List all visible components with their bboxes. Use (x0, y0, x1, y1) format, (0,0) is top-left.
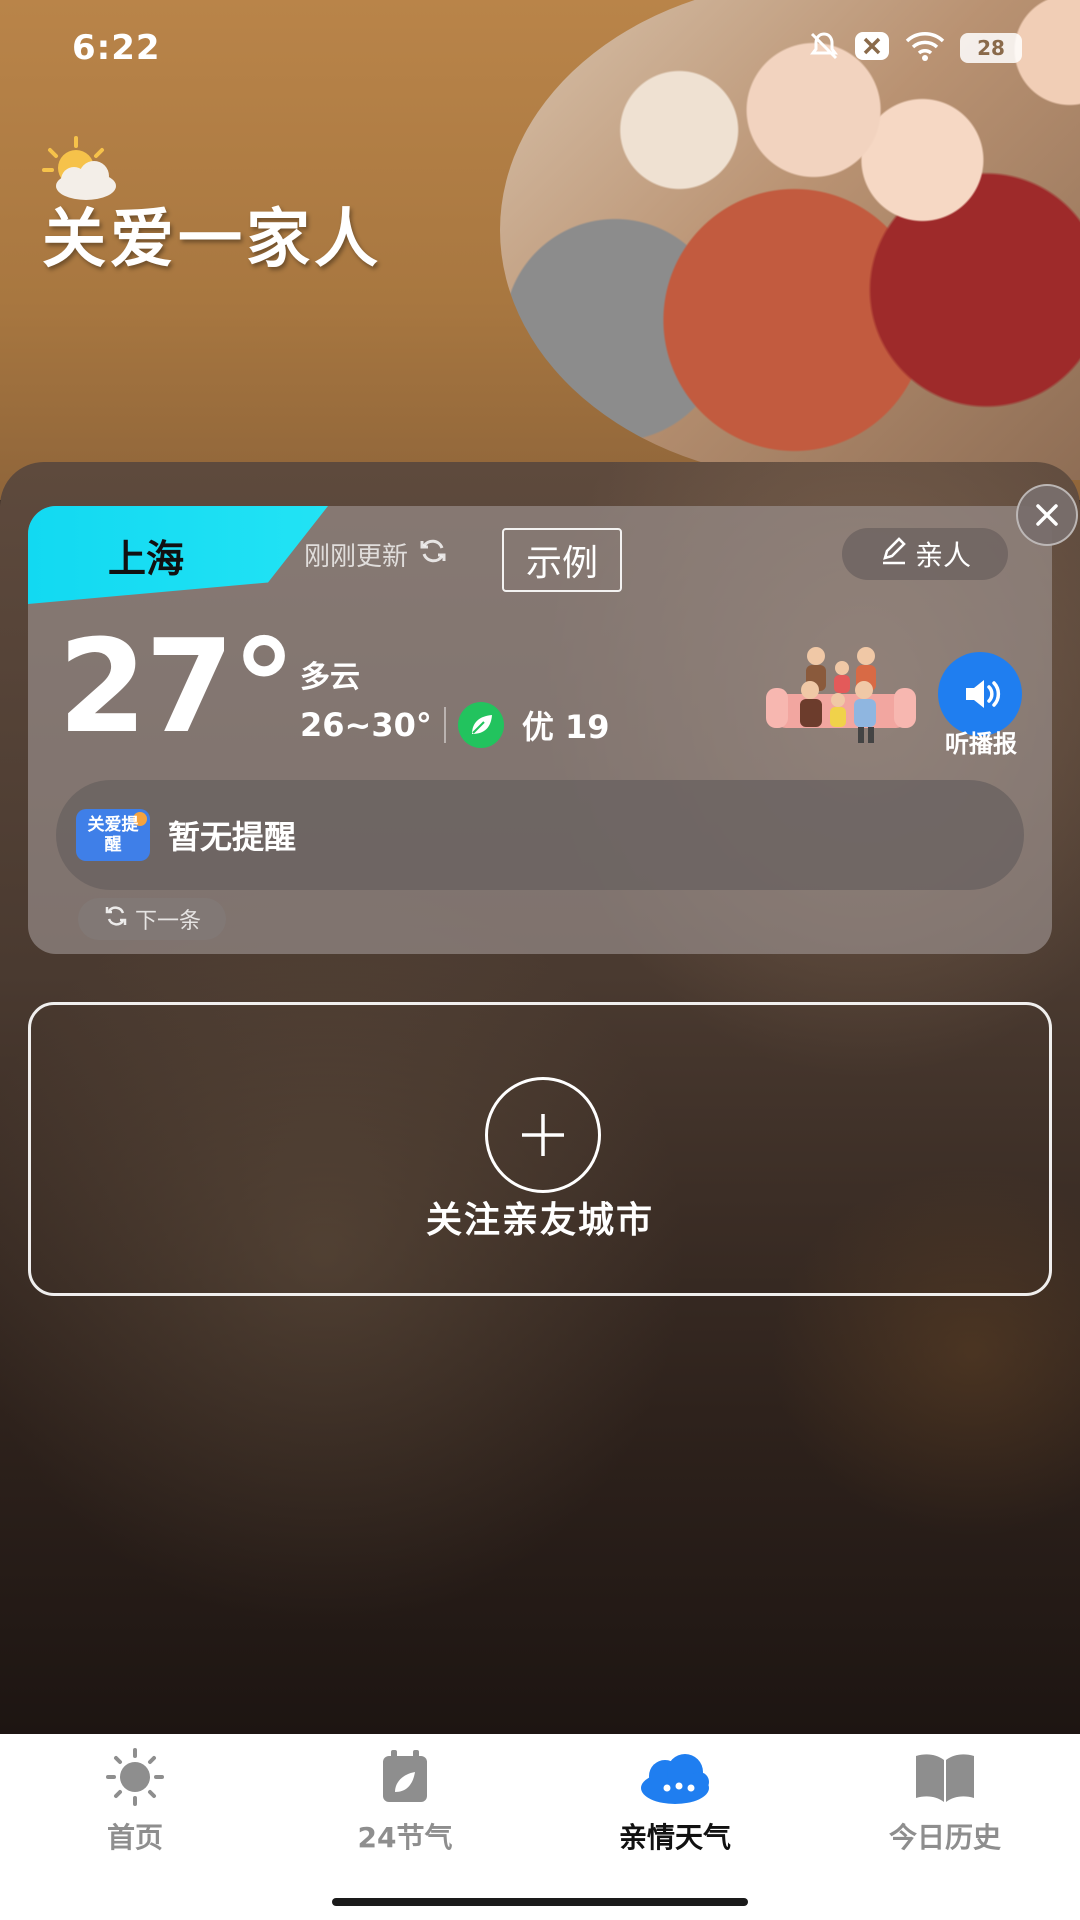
current-temperature: 27° (58, 613, 296, 762)
family-illustration (766, 638, 916, 752)
add-city-label[interactable]: 关注亲友城市 (31, 1191, 1049, 1243)
wifi-icon (904, 30, 946, 66)
weather-condition: 多云 (300, 660, 360, 695)
next-reminder-button[interactable]: 下一条 (78, 898, 226, 940)
screen: 6:22 28 关爱一家人 上海 刚刚更新 示例 亲人 27° 多云 26~30… (0, 0, 1080, 1920)
broadcast-label[interactable]: 听播报 (926, 724, 1036, 759)
home-indicator[interactable] (332, 1898, 748, 1906)
city-name[interactable]: 上海 (108, 528, 184, 583)
speaker-icon (966, 680, 1001, 708)
nav-item-family-weather[interactable]: 亲情天气 (540, 1734, 810, 1864)
refresh-icon[interactable] (418, 536, 448, 573)
care-reminder-logo: 关爱提醒 (76, 809, 150, 861)
add-city-card[interactable]: 关注亲友城市 (28, 1002, 1052, 1296)
reminder-bar[interactable]: 关爱提醒 暂无提醒 (56, 780, 1024, 890)
close-icon (1036, 504, 1058, 526)
close-button[interactable] (1016, 484, 1078, 546)
hero-banner: 6:22 28 关爱一家人 (0, 0, 1080, 500)
cloud-icon (641, 1754, 709, 1804)
care-reminder-logo-text: 关爱提醒 (87, 815, 139, 855)
cycle-icon (103, 903, 129, 935)
nav-label-family-weather: 亲情天气 (618, 1821, 731, 1854)
example-button[interactable]: 示例 (502, 528, 622, 592)
mute-icon (808, 30, 840, 66)
book-icon (916, 1754, 974, 1802)
sun-icon (106, 1748, 164, 1806)
temperature-range: 26~30° (300, 706, 432, 744)
nav-label-history: 今日历史 (888, 1821, 1001, 1854)
family-photo (500, 0, 1080, 480)
edit-family-button[interactable]: 亲人 (842, 528, 1008, 580)
nav-label-home: 首页 (106, 1821, 163, 1854)
temperature-range-row: 26~30° 优 19 (300, 702, 610, 748)
weather-card[interactable]: 上海 刚刚更新 示例 亲人 27° 多云 26~30° 优 19 听播报 关爱提… (28, 484, 1078, 954)
close-box-icon (854, 31, 890, 65)
update-text: 刚刚更新 (304, 542, 409, 572)
status-time: 6:22 (72, 28, 161, 68)
battery-indicator: 28 (960, 33, 1022, 63)
add-city-button[interactable] (485, 1077, 601, 1193)
plus-icon (522, 1114, 564, 1156)
nav-item-solar-terms[interactable]: 24节气 (270, 1734, 540, 1864)
edit-icon (879, 536, 909, 573)
nav-item-home[interactable]: 首页 (0, 1734, 270, 1864)
nav-item-history[interactable]: 今日历史 (810, 1734, 1080, 1864)
bottom-navigation: 首页 24节气 亲情天气 今日历史 (0, 1734, 1080, 1920)
next-reminder-label: 下一条 (134, 909, 201, 934)
update-status[interactable]: 刚刚更新 (304, 536, 448, 573)
calendar-leaf-icon (383, 1750, 427, 1802)
air-quality[interactable]: 优 19 (522, 702, 610, 748)
reminder-text: 暂无提醒 (168, 818, 297, 856)
edit-family-label: 亲人 (914, 539, 971, 572)
leaf-icon (457, 702, 504, 748)
divider (443, 707, 446, 743)
nav-label-solar-terms: 24节气 (357, 1821, 453, 1854)
status-icons: 28 (808, 28, 1022, 68)
hero-title: 关爱一家人 (42, 203, 382, 277)
